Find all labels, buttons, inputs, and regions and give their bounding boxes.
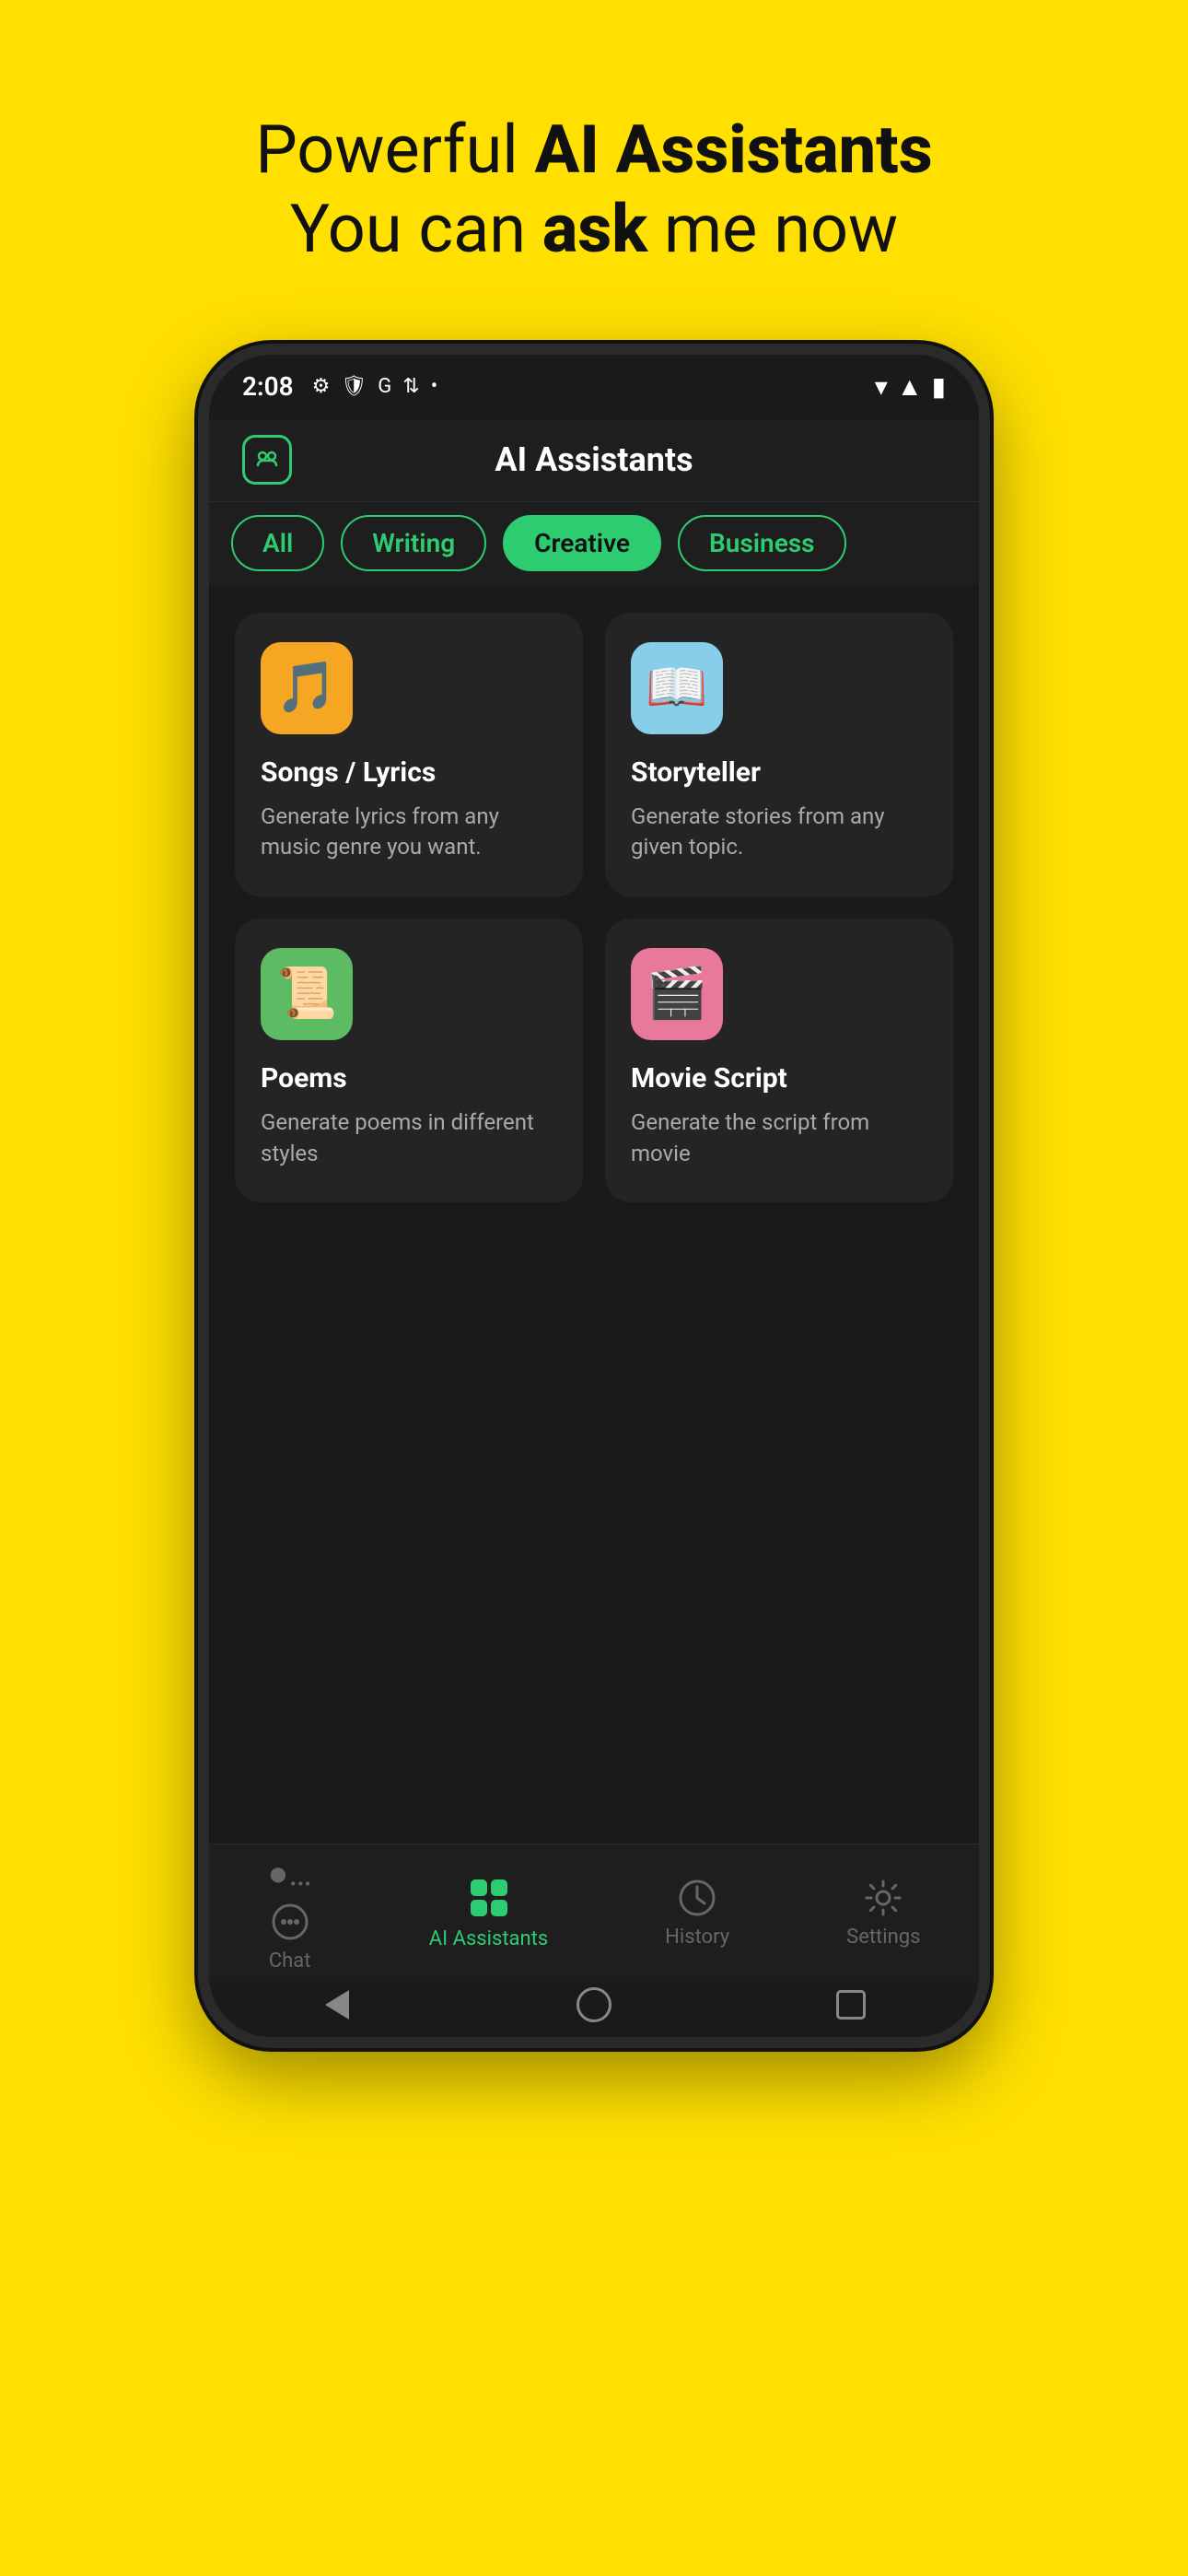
status-time: 2:08: [242, 371, 294, 402]
card-songs-lyrics[interactable]: 🎵 Songs / Lyrics Generate lyrics from an…: [235, 613, 583, 896]
book-icon: 📖: [646, 659, 707, 717]
settings-status-icon: ⚙: [312, 375, 331, 398]
scroll-icon: 📜: [275, 965, 337, 1023]
hero-line1-bold: AI Assistants: [535, 111, 933, 189]
card-songs-title: Songs / Lyrics: [261, 756, 557, 789]
hero-text: Powerful AI Assistants You can ask me no…: [255, 111, 932, 270]
hero-line2-normal2: me now: [647, 190, 898, 268]
home-button[interactable]: [574, 1985, 614, 2025]
status-right: ▾ ▲ ▮: [875, 371, 946, 402]
filter-bar: All Writing Creative Business: [209, 502, 979, 585]
filter-writing[interactable]: Writing: [341, 515, 486, 571]
android-home-bar: [209, 1982, 979, 2037]
cast-status-icon: ⇅: [402, 375, 419, 398]
nav-chat-label: Chat: [269, 1950, 311, 1973]
hero-line2-bold: ask: [542, 190, 647, 268]
filter-business[interactable]: Business: [678, 515, 846, 571]
card-storyteller-desc: Generate stories from any given topic.: [631, 802, 927, 863]
phone-mockup: 2:08 ⚙ 🛡 G ⇅ • ▾ ▲ ▮ AI Assistants All: [198, 344, 990, 2048]
hero-line2-normal: You can: [290, 190, 542, 268]
card-movie-icon-wrapper: 🎬: [631, 948, 723, 1040]
bottom-nav: ●… Chat AI Assistants: [209, 1844, 979, 1982]
back-button[interactable]: [317, 1985, 357, 2025]
shield-status-icon: 🛡: [341, 375, 367, 398]
status-icons: ⚙ 🛡 G ⇅ •: [312, 375, 438, 398]
card-storyteller-icon-wrapper: 📖: [631, 642, 723, 734]
hero-line1-normal: Powerful: [255, 111, 534, 189]
nav-settings[interactable]: Settings: [846, 1878, 920, 1949]
nav-settings-label: Settings: [846, 1926, 920, 1949]
app-title: AI Assistants: [292, 440, 896, 479]
dot-status-icon: •: [431, 375, 437, 398]
card-storyteller-title: Storyteller: [631, 756, 927, 789]
nav-ai-label: AI Assistants: [429, 1927, 548, 1950]
cards-area: 🎵 Songs / Lyrics Generate lyrics from an…: [209, 585, 979, 1844]
nav-history-label: History: [665, 1926, 729, 1949]
nav-chat[interactable]: ●… Chat: [267, 1854, 311, 1973]
music-note-icon: 🎵: [275, 659, 337, 717]
app-logo: [242, 435, 292, 485]
card-movie-title: Movie Script: [631, 1062, 927, 1095]
card-songs-icon-wrapper: 🎵: [261, 642, 353, 734]
card-poems-title: Poems: [261, 1062, 557, 1095]
card-poems-icon-wrapper: 📜: [261, 948, 353, 1040]
filter-all[interactable]: All: [231, 515, 324, 571]
status-bar: 2:08 ⚙ 🛡 G ⇅ • ▾ ▲ ▮: [209, 355, 979, 419]
card-poems-desc: Generate poems in different styles: [261, 1107, 557, 1169]
filter-creative[interactable]: Creative: [503, 515, 661, 571]
card-songs-desc: Generate lyrics from any music genre you…: [261, 802, 557, 863]
nav-history[interactable]: History: [665, 1878, 729, 1949]
signal-icon: ▲: [897, 371, 923, 402]
clapper-icon: 🎬: [646, 965, 707, 1023]
card-movie-desc: Generate the script from movie: [631, 1107, 927, 1169]
wifi-icon: ▾: [875, 371, 888, 402]
battery-icon: ▮: [932, 371, 946, 402]
card-movie-script[interactable]: 🎬 Movie Script Generate the script from …: [605, 919, 953, 1202]
card-poems[interactable]: 📜 Poems Generate poems in different styl…: [235, 919, 583, 1202]
g-status-icon: G: [378, 375, 391, 398]
card-storyteller[interactable]: 📖 Storyteller Generate stories from any …: [605, 613, 953, 896]
app-header: AI Assistants: [209, 419, 979, 502]
recents-button[interactable]: [831, 1985, 871, 2025]
nav-ai-assistants[interactable]: AI Assistants: [429, 1876, 548, 1950]
